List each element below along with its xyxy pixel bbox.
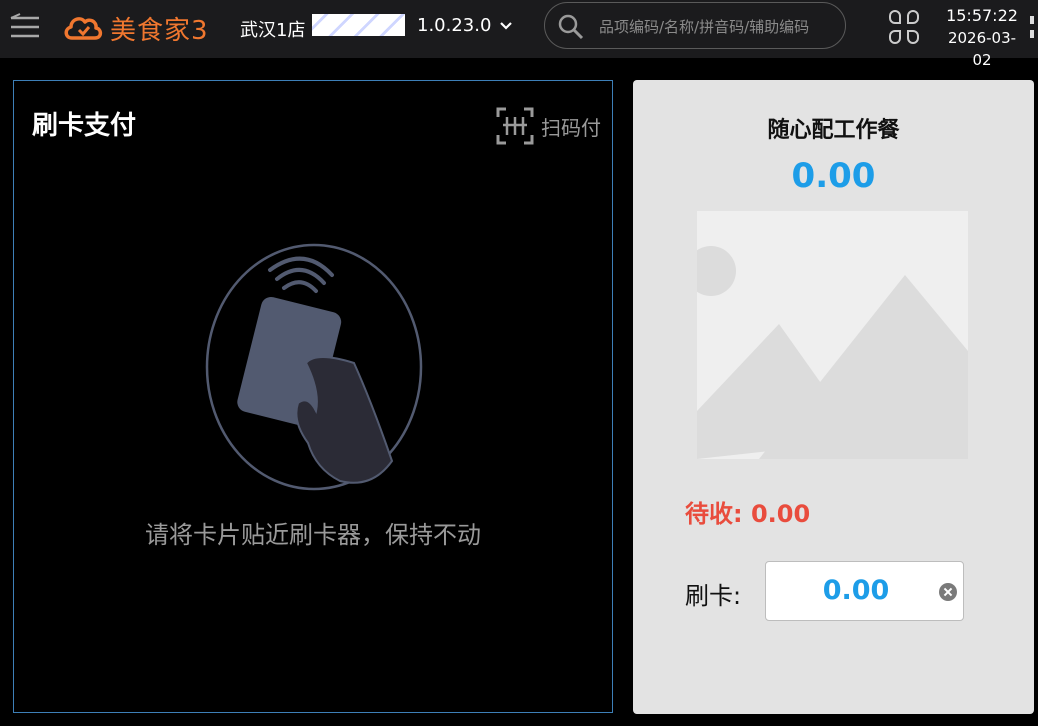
top-bar: 美食家3 武汉1店 1.0.23.0 15:57:22 2026-03-02	[0, 0, 1038, 69]
item-price: 0.00	[791, 156, 876, 196]
chevron-down-icon	[500, 21, 513, 30]
search-input[interactable]	[597, 13, 841, 41]
card-amount-label: 刷卡:	[685, 582, 742, 610]
card-payment-panel: 刷卡支付 扫码付 请将卡片贴近刷卡器，保持不动	[13, 80, 613, 713]
clock: 15:57:22 2026-03-02	[940, 5, 1024, 71]
nfc-waves-icon	[268, 256, 334, 293]
pending-amount: 0.00	[750, 500, 811, 528]
pending-amount-row: 待收: 0.00	[685, 494, 810, 529]
card-amount-value[interactable]: 0.00	[766, 575, 946, 606]
clock-time: 15:57:22	[946, 6, 1018, 25]
scan-code-icon	[496, 107, 534, 145]
item-name: 随心配工作餐	[767, 118, 900, 143]
pending-label: 待收:	[685, 500, 743, 528]
tap-card-hint: 请将卡片贴近刷卡器，保持不动	[145, 521, 481, 549]
store-name: 武汉1店	[240, 20, 306, 41]
card-amount-input[interactable]: 0.00	[765, 561, 964, 621]
version-label: 1.0.23.0	[417, 15, 492, 36]
edge-handle[interactable]	[1030, 16, 1034, 44]
item-image-placeholder	[697, 211, 968, 459]
clear-icon[interactable]	[939, 583, 957, 601]
redacted-block	[312, 14, 405, 36]
scan-pay-label: 扫码付	[541, 115, 601, 140]
app-logo: 美食家3	[62, 8, 209, 48]
menu-icon[interactable]	[8, 10, 42, 44]
cloud-logo-icon	[64, 17, 103, 40]
panel-title: 刷卡支付	[32, 111, 137, 141]
search-icon	[558, 14, 584, 40]
order-summary-panel: 随心配工作餐 0.00 待收: 0.00 刷卡: 0.00	[633, 80, 1034, 714]
version-dropdown[interactable]: 1.0.23.0	[417, 15, 513, 36]
search-box[interactable]	[544, 2, 846, 49]
brand-name: 美食家3	[110, 15, 209, 46]
apps-grid-icon[interactable]	[886, 8, 922, 46]
scan-pay-button[interactable]: 扫码付	[495, 106, 601, 146]
clock-date: 2026-03-02	[947, 29, 1017, 69]
tap-card-illustration	[205, 243, 423, 491]
